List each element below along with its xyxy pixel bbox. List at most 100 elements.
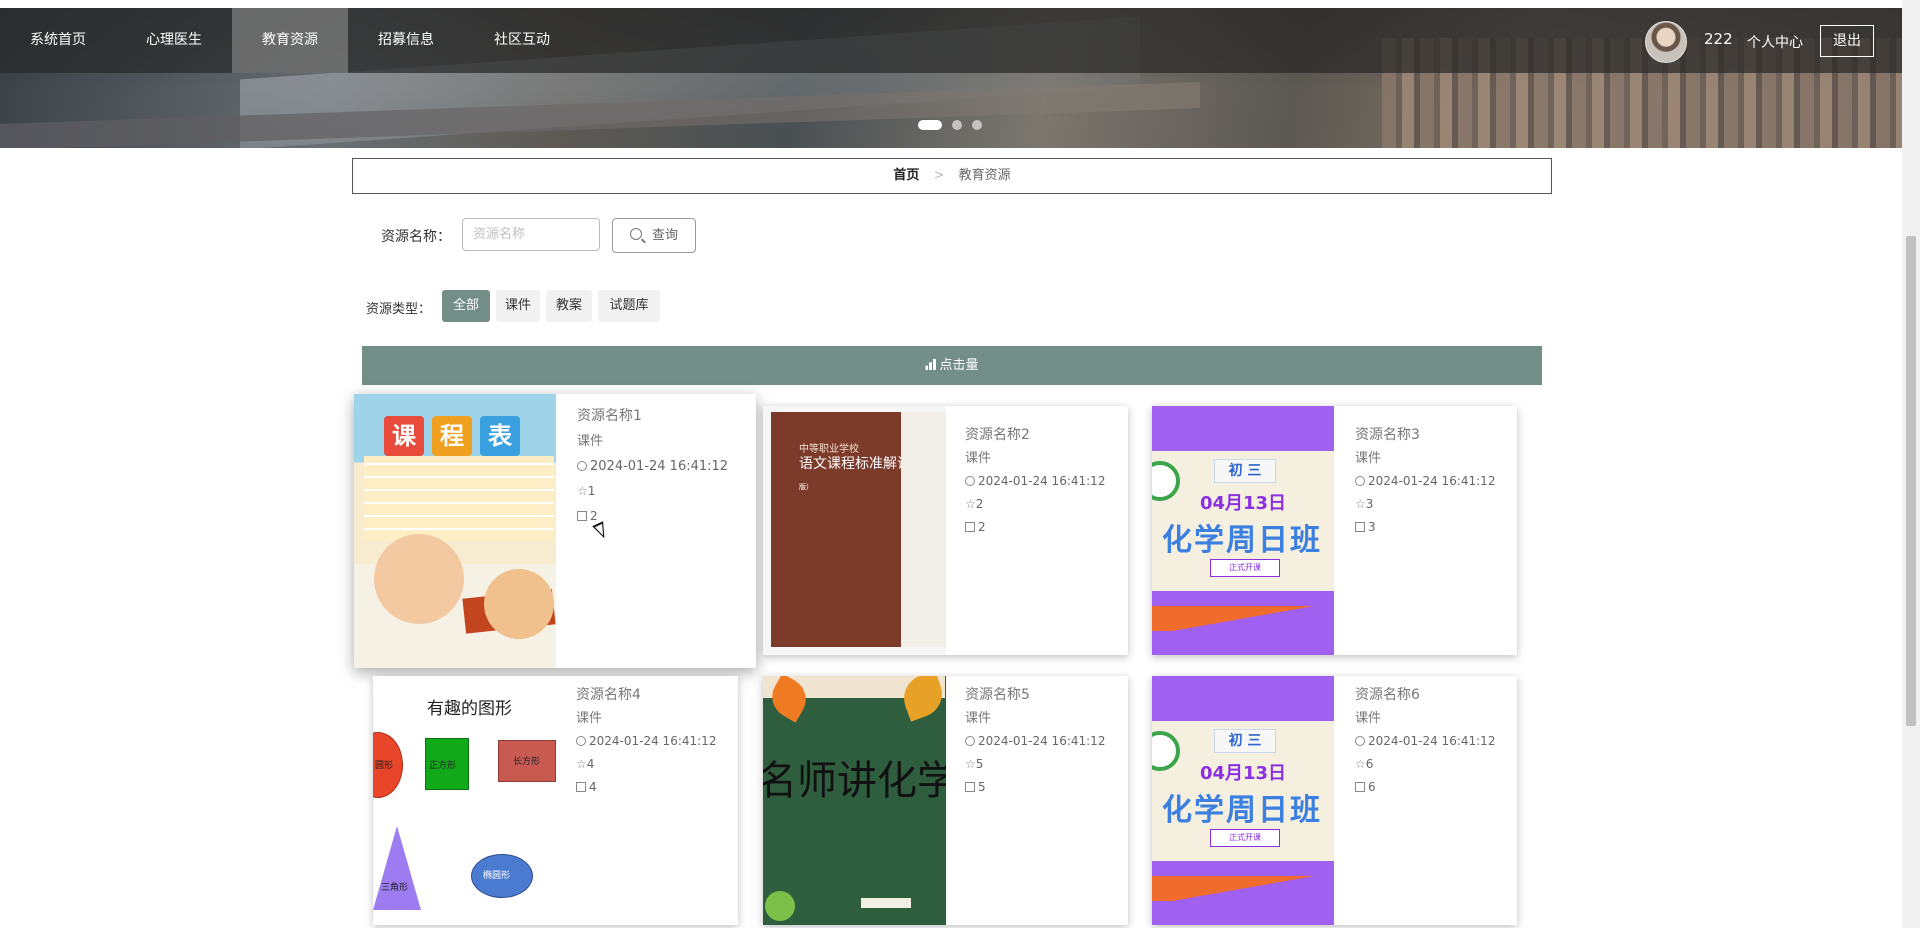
- type-filter-label: 资源类型：: [366, 302, 432, 317]
- resource-clicks: 5: [978, 780, 986, 794]
- resource-type: 课件: [577, 434, 604, 449]
- star-icon: ☆: [1355, 497, 1366, 511]
- chem-grade: 初 三: [1214, 729, 1276, 753]
- type-chip-courseware[interactable]: 课件: [496, 290, 540, 322]
- sort-label: 点击量: [939, 358, 979, 373]
- chem-open: 正式开课: [1210, 559, 1280, 577]
- resource-clicks: 4: [589, 780, 597, 794]
- schedule-title-char: 程: [432, 416, 472, 456]
- avatar[interactable]: [1645, 21, 1687, 63]
- board-text: 名师讲化学: [763, 758, 946, 804]
- resource-name[interactable]: 资源名称2: [965, 424, 1105, 447]
- star-icon: ☆: [1355, 757, 1366, 771]
- clock-icon: [965, 736, 975, 746]
- type-chip-all[interactable]: 全部: [442, 290, 490, 322]
- shapes-title: 有趣的图形: [427, 699, 512, 719]
- resource-thumbnail: 课 程 表: [354, 394, 556, 668]
- resource-favorites: 2: [975, 497, 984, 511]
- resource-type: 课件: [1355, 711, 1382, 726]
- type-chip-lesson-plan[interactable]: 教案: [546, 290, 592, 322]
- search-button[interactable]: 查询: [612, 218, 696, 253]
- breadcrumb-current: 教育资源: [958, 168, 1011, 183]
- user-name: 222: [1704, 30, 1733, 48]
- shape-label: 椭圆形: [483, 871, 511, 881]
- resource-favorites: 6: [1365, 757, 1374, 771]
- resource-card[interactable]: 中等职业学校 语文课程标准解读（2020年版） 资源名称2 课件 2024-01…: [763, 406, 1128, 655]
- resource-name[interactable]: 资源名称5: [965, 684, 1105, 707]
- clock-icon: [965, 476, 975, 486]
- cartoon-boy: [374, 534, 464, 624]
- poster-wave: [1152, 876, 1334, 901]
- resource-card[interactable]: 名师讲化学 资源名称5 课件 2024-01-24 16:41:12 ☆5 5: [763, 676, 1128, 925]
- resource-name[interactable]: 资源名称3: [1355, 424, 1495, 447]
- bar-chart-icon: [925, 359, 938, 370]
- chem-title: 化学周日班: [1162, 523, 1322, 558]
- resource-name[interactable]: 资源名称1: [577, 404, 728, 429]
- schedule-title-char: 课: [384, 416, 424, 456]
- schedule-title: 课 程 表: [384, 416, 524, 456]
- resource-clicks: 3: [1368, 520, 1376, 534]
- chem-title: 化学周日班: [1162, 793, 1322, 828]
- resource-time: 2024-01-24 16:41:12: [590, 459, 729, 474]
- resource-clicks: 2: [590, 509, 598, 523]
- resource-info: 资源名称6 课件 2024-01-24 16:41:12 ☆6 6: [1355, 684, 1495, 799]
- resource-info: 资源名称5 课件 2024-01-24 16:41:12 ☆5 5: [965, 684, 1105, 799]
- nav-item-recruit[interactable]: 招募信息: [348, 8, 464, 73]
- shape-label: 三角形: [381, 883, 409, 893]
- clock-icon: [1355, 736, 1365, 746]
- document-icon: [577, 511, 587, 521]
- resource-card[interactable]: 初 三 04月13日 化学周日班 正式开课 资源名称3 课件 2024-01-2…: [1152, 406, 1517, 655]
- logout-button[interactable]: 退出: [1820, 25, 1874, 57]
- resource-favorites: 3: [1365, 497, 1374, 511]
- resource-time: 2024-01-24 16:41:12: [978, 734, 1106, 748]
- nav-item-doctor[interactable]: 心理医生: [116, 8, 232, 73]
- sort-by-clicks-bar[interactable]: 点击量: [362, 346, 1542, 385]
- document-icon: [965, 522, 975, 532]
- user-center-link[interactable]: 个人中心: [1747, 32, 1803, 52]
- resource-card[interactable]: 初 三 04月13日 化学周日班 正式开课 资源名称6 课件 2024-01-2…: [1152, 676, 1517, 925]
- resource-time: 2024-01-24 16:41:12: [978, 474, 1106, 488]
- resource-favorites: 1: [587, 484, 596, 498]
- document-icon: [576, 782, 586, 792]
- book-cover: 中等职业学校 语文课程标准解读（2020年版）: [771, 412, 946, 647]
- breadcrumb-home[interactable]: 首页: [893, 168, 919, 183]
- breadcrumb: 首页 > 教育资源: [352, 158, 1552, 194]
- resource-type: 课件: [965, 451, 992, 466]
- resource-type: 课件: [576, 711, 603, 726]
- scrollbar-thumb[interactable]: [1906, 236, 1916, 726]
- resource-card[interactable]: 有趣的图形 圆形 正方形 长方形 三角形 椭圆形 资源名称4 课件 2024-0…: [373, 676, 738, 925]
- carousel-dot[interactable]: [952, 120, 962, 130]
- carousel-dot[interactable]: [918, 120, 942, 130]
- star-icon: ☆: [965, 757, 976, 771]
- document-icon: [965, 782, 975, 792]
- clock-icon: [1355, 476, 1365, 486]
- carousel-dot[interactable]: [972, 120, 982, 130]
- resource-thumbnail: 有趣的图形 圆形 正方形 长方形 三角形 椭圆形: [373, 676, 556, 925]
- resource-name[interactable]: 资源名称6: [1355, 684, 1495, 707]
- search-icon: [629, 228, 642, 240]
- chem-poster: 初 三 04月13日 化学周日班 正式开课: [1152, 451, 1334, 591]
- resource-time: 2024-01-24 16:41:12: [1368, 474, 1496, 488]
- apple-icon: [765, 891, 795, 921]
- chem-open: 正式开课: [1210, 829, 1280, 847]
- chem-date: 04月13日: [1199, 763, 1287, 784]
- top-navbar: 系统首页 心理医生 教育资源 招募信息 社区互动: [0, 8, 1902, 73]
- nav-item-education[interactable]: 教育资源: [232, 8, 348, 73]
- chem-date: 04月13日: [1199, 493, 1287, 514]
- resource-name[interactable]: 资源名称4: [576, 684, 716, 707]
- clock-icon: [577, 461, 587, 471]
- resource-info: 资源名称1 课件 2024-01-24 16:41:12 ☆1 2: [577, 404, 728, 529]
- resource-info: 资源名称4 课件 2024-01-24 16:41:12 ☆4 4: [576, 684, 716, 799]
- shape-label: 长方形: [513, 757, 541, 767]
- triangle-shape: [373, 826, 421, 910]
- search-input[interactable]: [462, 218, 600, 251]
- search-label: 资源名称：: [381, 229, 451, 245]
- book-school: 中等职业学校: [799, 444, 859, 455]
- resource-info: 资源名称3 课件 2024-01-24 16:41:12 ☆3 3: [1355, 424, 1495, 539]
- resource-card[interactable]: 课 程 表 资源名称1 课件 2024-01-24 16:41:12 ☆1 2: [354, 394, 756, 668]
- type-chip-question-bank[interactable]: 试题库: [598, 290, 660, 322]
- resource-thumbnail: 初 三 04月13日 化学周日班 正式开课: [1152, 676, 1334, 925]
- resource-type: 课件: [965, 711, 992, 726]
- nav-item-home[interactable]: 系统首页: [0, 8, 116, 73]
- nav-item-community[interactable]: 社区互动: [464, 8, 580, 73]
